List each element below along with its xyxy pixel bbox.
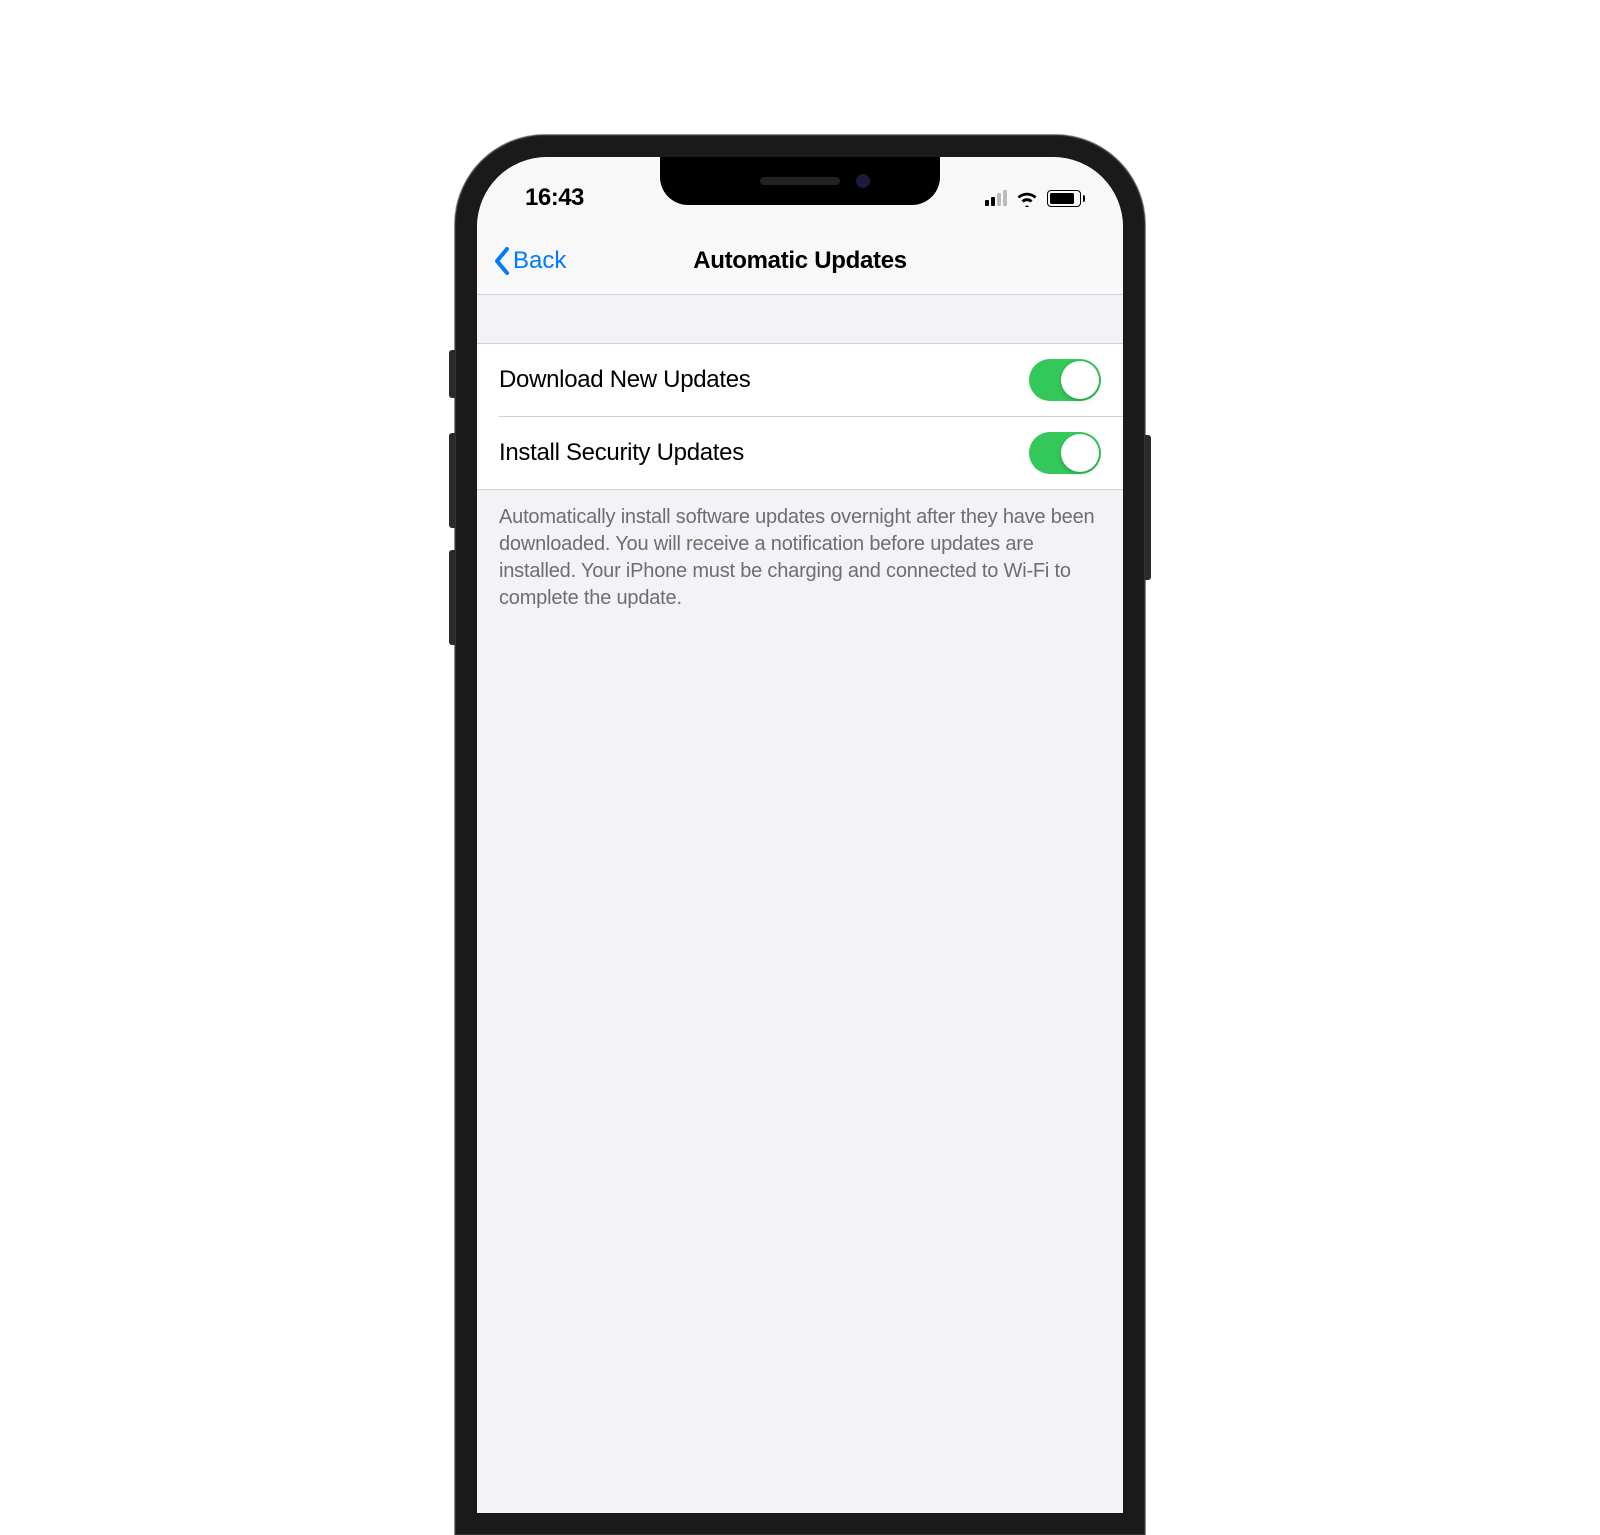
settings-row-download-updates: Download New Updates [499,344,1123,417]
settings-footer-text: Automatically install software updates o… [477,490,1123,626]
toggle-download-updates[interactable] [1029,359,1101,401]
phone-side-button-right [1145,435,1151,580]
back-button[interactable]: Back [487,240,572,282]
settings-content: Download New Updates Install Security Up… [477,295,1123,626]
back-button-label: Back [513,247,566,275]
status-time: 16:43 [525,184,584,212]
page-title: Automatic Updates [693,247,907,275]
settings-row-install-security: Install Security Updates [477,417,1123,489]
settings-row-label: Download New Updates [499,366,750,394]
settings-row-label: Install Security Updates [499,439,744,467]
phone-side-buttons-left [449,350,455,667]
toggle-install-security[interactable] [1029,432,1101,474]
phone-frame: 16:43 [455,135,1145,1535]
wifi-icon [1015,189,1039,207]
battery-icon [1047,190,1085,207]
chevron-left-icon [493,246,511,276]
phone-notch [660,157,940,205]
status-icons [985,189,1085,207]
settings-group: Download New Updates Install Security Up… [477,343,1123,490]
nav-bar: Back Automatic Updates [477,227,1123,295]
cellular-signal-icon [985,190,1007,206]
phone-screen: 16:43 [477,157,1123,1513]
